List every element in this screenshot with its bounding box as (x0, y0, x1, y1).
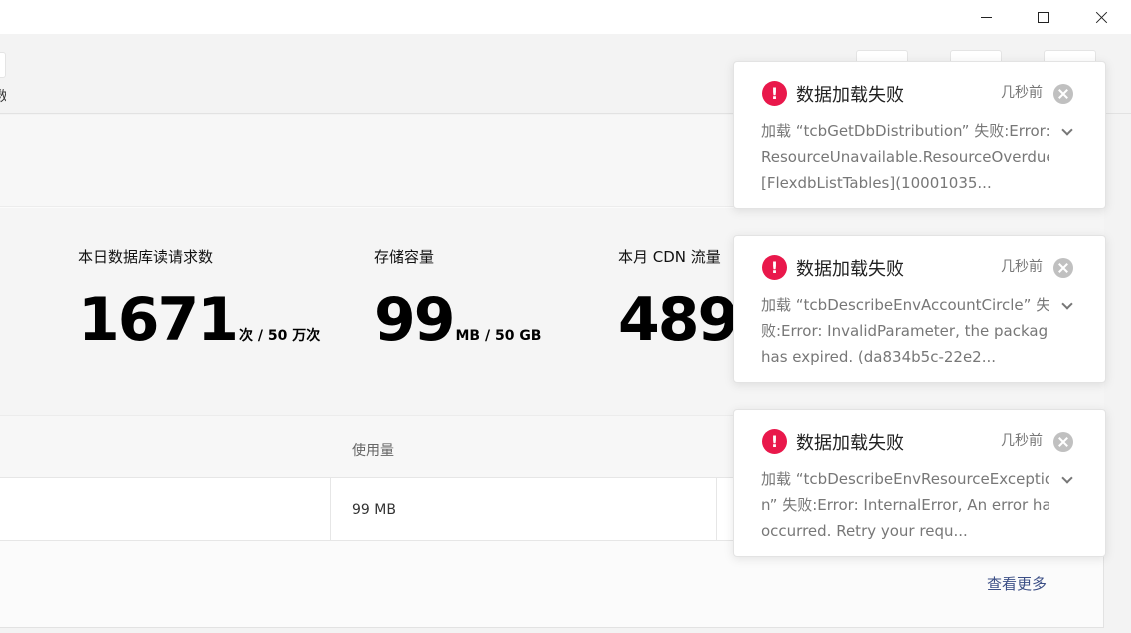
minimize-icon (980, 16, 992, 18)
notification-time: 几秒前 (1001, 85, 1043, 101)
title-bar (0, 0, 1131, 34)
stat-number: 489 (618, 285, 739, 355)
notification-message: 加载 “tcbDescribeEnvAccountCircle” 失 败:Err… (761, 292, 1049, 370)
message-line: n” 失败:Error: InternalError, An error has (761, 496, 1049, 514)
notification-time: 几秒前 (1001, 259, 1043, 275)
stat-unit: 次 / 50 万次 (239, 328, 321, 344)
stat-label: 本月 CDN 流量 (618, 248, 721, 266)
stat-value: 1671 次 / 50 万次 (78, 290, 320, 350)
toolbar-input[interactable] (0, 52, 6, 78)
notification-message: 加载 “tcbGetDbDistribution” 失败:Error: Reso… (761, 118, 1049, 196)
message-line: 加载 “tcbGetDbDistribution” 失败:Error: (761, 122, 1049, 140)
notification-message: 加载 “tcbDescribeEnvResourceExceptio n” 失败… (761, 466, 1049, 544)
close-notification-icon[interactable] (1053, 432, 1073, 452)
notification-title: 数据加载失败 (796, 85, 904, 106)
message-line: 败:Error: InvalidParameter, the package (761, 322, 1049, 340)
error-notification: ! 数据加载失败 几秒前 加载 “tcbGetDbDistribution” 失… (733, 61, 1106, 209)
message-line: ResourceUnavailable.ResourceOverdue, (761, 148, 1049, 166)
minimize-button[interactable] (957, 0, 1015, 34)
error-icon: ! (762, 429, 787, 454)
chevron-down-icon[interactable] (1061, 473, 1073, 485)
cell-divider (330, 478, 331, 540)
notification-time: 几秒前 (1001, 433, 1043, 449)
stat-label: 本日数据库读请求数 (78, 248, 214, 266)
cell-usage: 99 MB (352, 502, 396, 518)
error-icon: ! (762, 81, 787, 106)
close-notification-icon[interactable] (1053, 84, 1073, 104)
close-icon (1095, 11, 1108, 24)
maximize-button[interactable] (1014, 0, 1072, 34)
stat-value: 99 MB / 50 GB (374, 290, 541, 350)
close-notification-icon[interactable] (1053, 258, 1073, 278)
column-header-usage: 使用量 (352, 443, 394, 459)
close-window-button[interactable] (1072, 0, 1130, 34)
notification-title: 数据加载失败 (796, 433, 904, 454)
error-icon: ! (762, 255, 787, 280)
stat-number: 99 (374, 285, 455, 355)
view-more-link[interactable]: 查看更多 (987, 573, 1047, 594)
error-notification: ! 数据加载失败 几秒前 加载 “tcbDescribeEnvResourceE… (733, 409, 1106, 557)
stat-unit: MB / 50 GB (455, 328, 542, 344)
error-notification: ! 数据加载失败 几秒前 加载 “tcbDescribeEnvAccountCi… (733, 235, 1106, 383)
cell-divider (716, 478, 717, 540)
message-line: occurred. Retry your requ... (761, 522, 968, 540)
maximize-icon (1037, 11, 1049, 23)
chevron-down-icon[interactable] (1061, 125, 1073, 137)
toolbar-label: 数 (0, 86, 6, 106)
message-line: 加载 “tcbDescribeEnvAccountCircle” 失 (761, 296, 1049, 314)
notification-title: 数据加载失败 (796, 259, 904, 280)
message-line: has expired. (da834b5c-22e2... (761, 348, 997, 366)
stat-number: 1671 (78, 285, 239, 355)
message-line: 加载 “tcbDescribeEnvResourceExceptio (761, 470, 1049, 488)
message-line: [FlexdbListTables](10001035... (761, 174, 992, 192)
chevron-down-icon[interactable] (1061, 299, 1073, 311)
stat-label: 存储容量 (374, 248, 435, 266)
